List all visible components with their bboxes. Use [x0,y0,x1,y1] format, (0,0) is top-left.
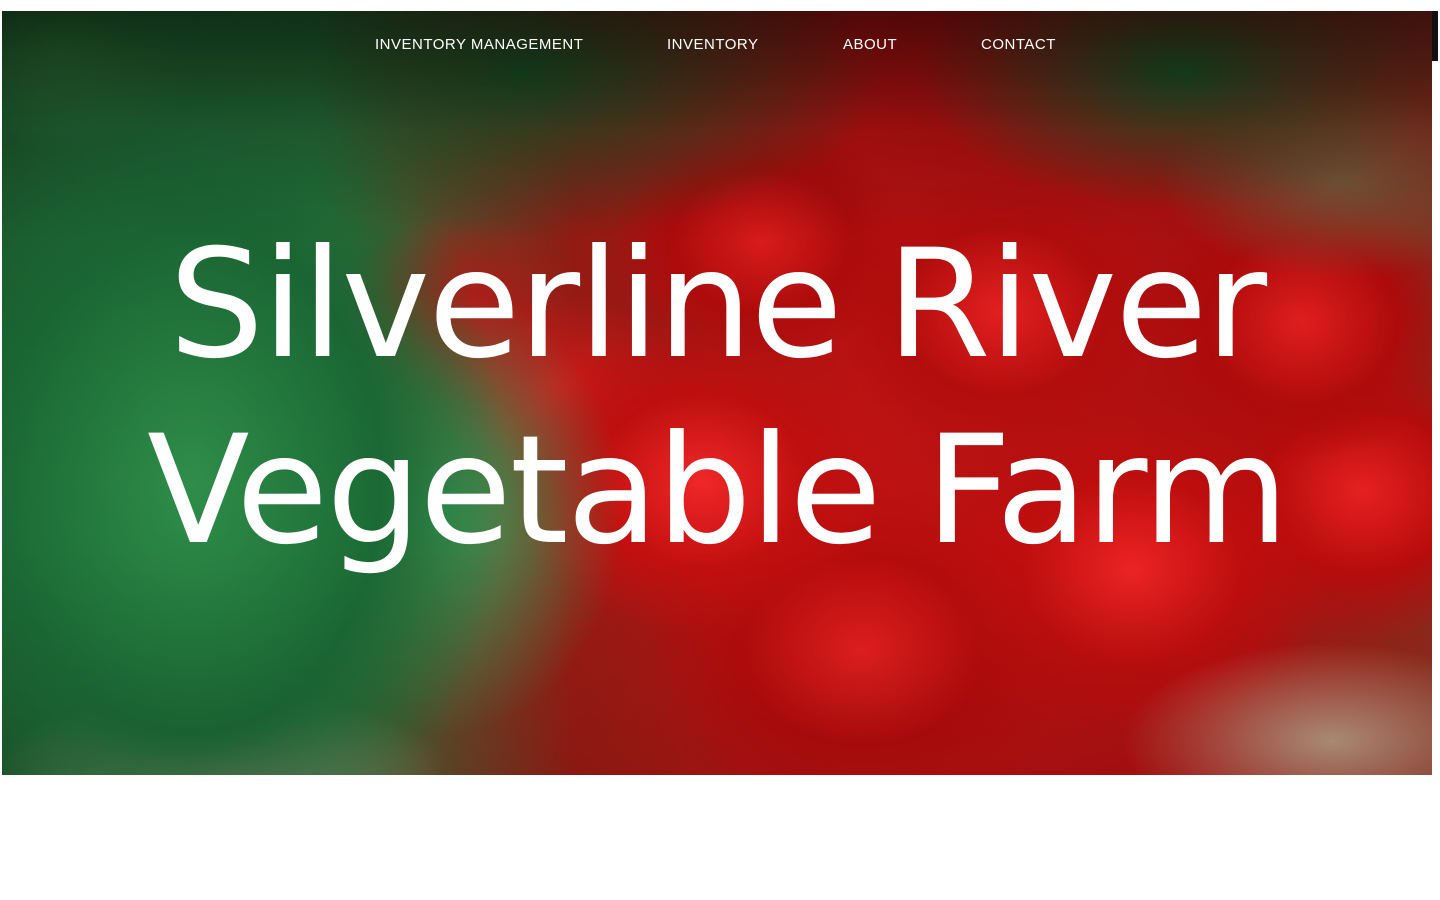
nav-link-inventory-management[interactable]: INVENTORY MANAGEMENT [375,36,583,53]
nav-link-inventory[interactable]: INVENTORY [667,36,758,53]
hero-title: Silverline River Vegetable Farm [147,218,1289,578]
nav-link-about[interactable]: ABOUT [843,36,897,53]
page: INVENTORY MANAGEMENT INVENTORY ABOUT CON… [0,0,1440,900]
top-navigation: INVENTORY MANAGEMENT INVENTORY ABOUT CON… [0,36,1440,56]
nav-link-contact[interactable]: CONTACT [981,36,1056,53]
